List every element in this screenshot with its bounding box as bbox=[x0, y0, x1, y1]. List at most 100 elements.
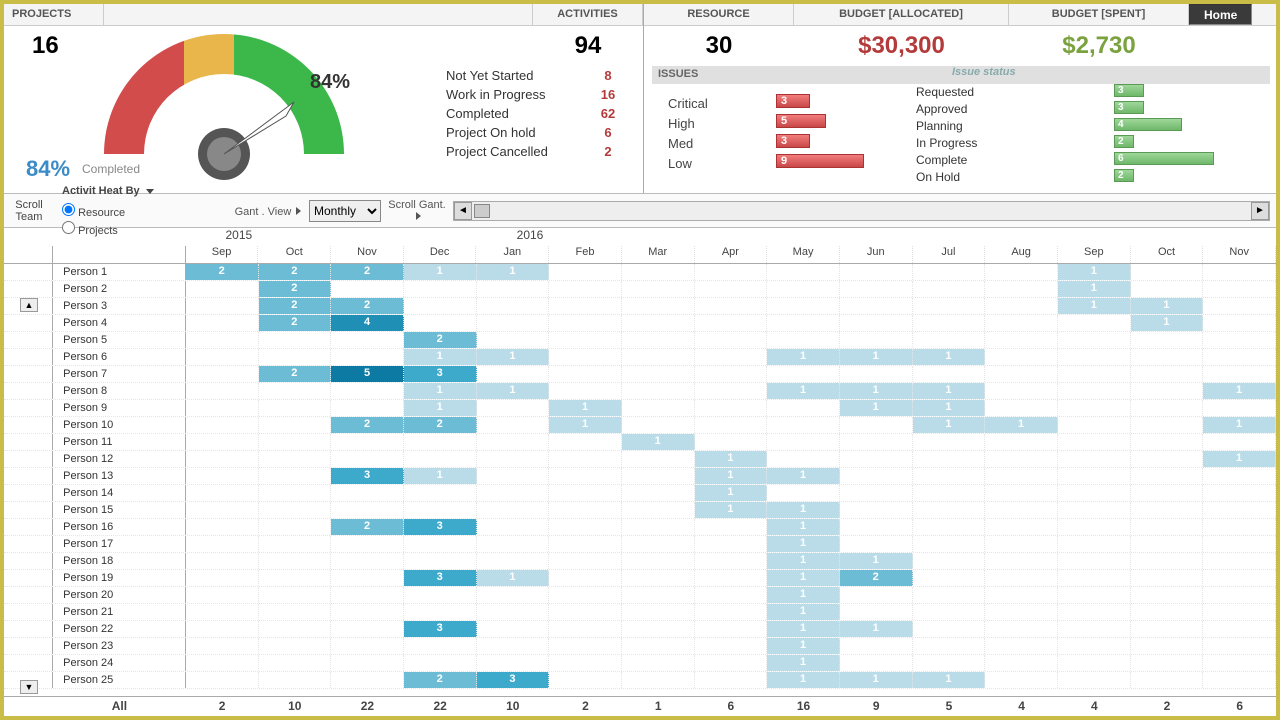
person-row: Person 91111 bbox=[4, 400, 1276, 417]
person-name: Person 18 bbox=[53, 553, 186, 569]
empty-cell bbox=[985, 604, 1058, 620]
scroll-up-button[interactable]: ▲ bbox=[20, 298, 38, 312]
heat-cell[interactable]: 2 bbox=[259, 315, 332, 331]
heat-cell[interactable]: 3 bbox=[404, 621, 477, 637]
empty-cell bbox=[985, 349, 1058, 365]
heat-cell[interactable]: 2 bbox=[404, 332, 477, 348]
heat-cell[interactable]: 1 bbox=[913, 417, 986, 433]
scroll-right-button[interactable]: ► bbox=[1251, 202, 1269, 220]
heat-cell[interactable]: 1 bbox=[767, 553, 840, 569]
heat-cell[interactable]: 1 bbox=[767, 519, 840, 535]
heat-cell[interactable]: 3 bbox=[404, 519, 477, 535]
heat-cell[interactable]: 1 bbox=[767, 536, 840, 552]
heat-cell[interactable]: 1 bbox=[767, 570, 840, 586]
heat-cell[interactable]: 4 bbox=[331, 315, 404, 331]
heat-cell[interactable]: 3 bbox=[404, 570, 477, 586]
heat-cell[interactable]: 1 bbox=[767, 587, 840, 603]
heat-cell[interactable]: 1 bbox=[1131, 315, 1204, 331]
heat-by-dropdown[interactable]: Activit Heat By bbox=[54, 181, 189, 201]
heat-cell[interactable]: 3 bbox=[477, 672, 550, 688]
heat-cell[interactable]: 1 bbox=[840, 621, 913, 637]
heat-cell[interactable]: 2 bbox=[331, 298, 404, 314]
heat-cell[interactable]: 1 bbox=[404, 383, 477, 399]
heat-cell[interactable]: 1 bbox=[840, 383, 913, 399]
heat-cell[interactable]: 1 bbox=[913, 349, 986, 365]
heat-cell[interactable]: 1 bbox=[404, 400, 477, 416]
scroll-left-button[interactable]: ◄ bbox=[454, 202, 472, 220]
empty-cell bbox=[840, 298, 913, 314]
heat-cell[interactable]: 2 bbox=[840, 570, 913, 586]
heat-cell[interactable]: 1 bbox=[695, 485, 768, 501]
heat-cell[interactable]: 2 bbox=[259, 298, 332, 314]
heat-cell[interactable]: 1 bbox=[767, 502, 840, 518]
heat-cell[interactable]: 5 bbox=[331, 366, 404, 382]
heat-cell[interactable]: 1 bbox=[695, 451, 768, 467]
heat-cell[interactable]: 1 bbox=[767, 604, 840, 620]
heat-cell[interactable]: 1 bbox=[913, 400, 986, 416]
empty-cell bbox=[477, 400, 550, 416]
empty-cell bbox=[1203, 281, 1276, 297]
empty-cell bbox=[259, 655, 332, 671]
heat-cell[interactable]: 1 bbox=[1203, 451, 1276, 467]
empty-cell bbox=[1058, 451, 1131, 467]
heat-cell[interactable]: 1 bbox=[913, 383, 986, 399]
heat-cell[interactable]: 1 bbox=[767, 638, 840, 654]
heat-cell[interactable]: 1 bbox=[840, 349, 913, 365]
heat-cell[interactable]: 1 bbox=[549, 400, 622, 416]
heat-cell[interactable]: 2 bbox=[186, 264, 259, 280]
heat-cell[interactable]: 1 bbox=[767, 655, 840, 671]
heat-cell[interactable]: 2 bbox=[404, 672, 477, 688]
heat-cell[interactable]: 1 bbox=[767, 468, 840, 484]
empty-cell bbox=[1131, 655, 1204, 671]
heat-cell[interactable]: 1 bbox=[695, 468, 768, 484]
heat-cell[interactable]: 3 bbox=[404, 366, 477, 382]
gauge-chart bbox=[74, 24, 394, 184]
heat-cell[interactable]: 1 bbox=[985, 417, 1058, 433]
heat-cell[interactable]: 3 bbox=[331, 468, 404, 484]
heat-cell[interactable]: 1 bbox=[767, 672, 840, 688]
heat-cell[interactable]: 2 bbox=[259, 264, 332, 280]
heat-cell[interactable]: 2 bbox=[259, 366, 332, 382]
heat-cell[interactable]: 2 bbox=[331, 417, 404, 433]
heat-cell[interactable]: 1 bbox=[1203, 417, 1276, 433]
empty-cell bbox=[695, 604, 768, 620]
heat-cell[interactable]: 1 bbox=[477, 383, 550, 399]
status-row: Not Yet Started8 bbox=[446, 66, 548, 85]
heat-cell[interactable]: 1 bbox=[477, 349, 550, 365]
heat-cell[interactable]: 1 bbox=[1203, 383, 1276, 399]
heat-cell[interactable]: 1 bbox=[1058, 298, 1131, 314]
empty-cell bbox=[622, 621, 695, 637]
status-label: On Hold bbox=[916, 169, 977, 186]
gant-view-button[interactable]: Gant . View bbox=[233, 204, 303, 218]
home-button[interactable]: Home bbox=[1189, 4, 1252, 25]
scroll-down-button[interactable]: ▼ bbox=[20, 680, 38, 694]
heat-cell[interactable]: 1 bbox=[840, 553, 913, 569]
heat-cell[interactable]: 1 bbox=[767, 621, 840, 637]
heat-cell[interactable]: 1 bbox=[404, 468, 477, 484]
gantt-scrollbar[interactable]: ◄ ► bbox=[453, 201, 1270, 221]
heat-cell[interactable]: 1 bbox=[1058, 264, 1131, 280]
period-select[interactable]: DailyWeeklyMonthlyQuarterly bbox=[309, 200, 381, 222]
heat-cell[interactable]: 1 bbox=[622, 434, 695, 450]
heat-cell[interactable]: 1 bbox=[913, 672, 986, 688]
heat-cell[interactable]: 2 bbox=[331, 519, 404, 535]
heat-cell[interactable]: 1 bbox=[840, 400, 913, 416]
heat-cell[interactable]: 1 bbox=[767, 349, 840, 365]
heat-cell[interactable]: 2 bbox=[331, 264, 404, 280]
footer-total: 1 bbox=[622, 697, 695, 716]
heat-cell[interactable]: 1 bbox=[767, 383, 840, 399]
heat-cell[interactable]: 1 bbox=[695, 502, 768, 518]
heat-cell[interactable]: 1 bbox=[404, 349, 477, 365]
heat-cell[interactable]: 2 bbox=[259, 281, 332, 297]
radio-resource[interactable]: Resource bbox=[62, 203, 181, 221]
heat-cell[interactable]: 1 bbox=[477, 570, 550, 586]
heat-cell[interactable]: 1 bbox=[1131, 298, 1204, 314]
heat-cell[interactable]: 2 bbox=[404, 417, 477, 433]
scroll-thumb[interactable] bbox=[474, 204, 490, 218]
status-label: Complete bbox=[916, 152, 977, 169]
heat-cell[interactable]: 1 bbox=[404, 264, 477, 280]
heat-cell[interactable]: 1 bbox=[549, 417, 622, 433]
heat-cell[interactable]: 1 bbox=[477, 264, 550, 280]
heat-cell[interactable]: 1 bbox=[840, 672, 913, 688]
heat-cell[interactable]: 1 bbox=[1058, 281, 1131, 297]
